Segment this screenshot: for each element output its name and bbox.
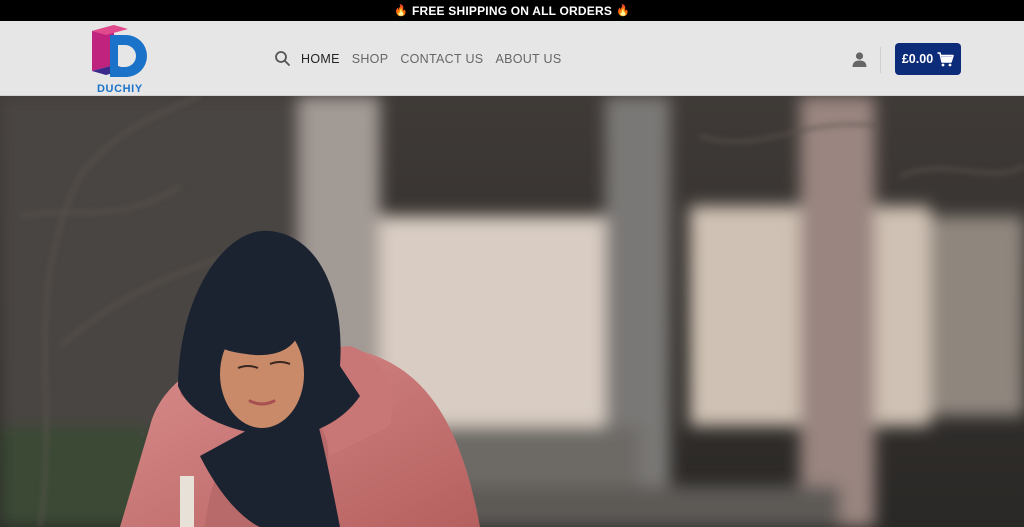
nav-home[interactable]: HOME — [301, 52, 340, 66]
hero-image — [0, 96, 1024, 527]
cart-button[interactable]: £0.00 — [895, 43, 961, 75]
nav-about-us[interactable]: ABOUT US — [495, 52, 561, 66]
search-icon[interactable] — [274, 50, 291, 67]
fire-icon: 🔥 — [394, 5, 408, 17]
announcement-bar: 🔥 FREE SHIPPING ON ALL ORDERS 🔥 — [0, 0, 1024, 21]
site-header: DUCHIY HOME SHOP CONTACT US ABOUT US £0.… — [0, 21, 1024, 96]
fire-icon: 🔥 — [616, 5, 630, 17]
announcement-text: FREE SHIPPING ON ALL ORDERS — [411, 3, 613, 18]
nav-contact-us[interactable]: CONTACT US — [400, 52, 483, 66]
hero-banner — [0, 96, 1024, 527]
header-divider — [880, 47, 881, 73]
main-navigation: HOME SHOP CONTACT US ABOUT US — [274, 50, 574, 67]
cart-total: £0.00 — [901, 52, 934, 66]
user-icon[interactable] — [851, 51, 868, 68]
nav-shop[interactable]: SHOP — [352, 52, 389, 66]
logo-text: DUCHIY — [97, 83, 143, 95]
cart-icon — [937, 51, 954, 66]
